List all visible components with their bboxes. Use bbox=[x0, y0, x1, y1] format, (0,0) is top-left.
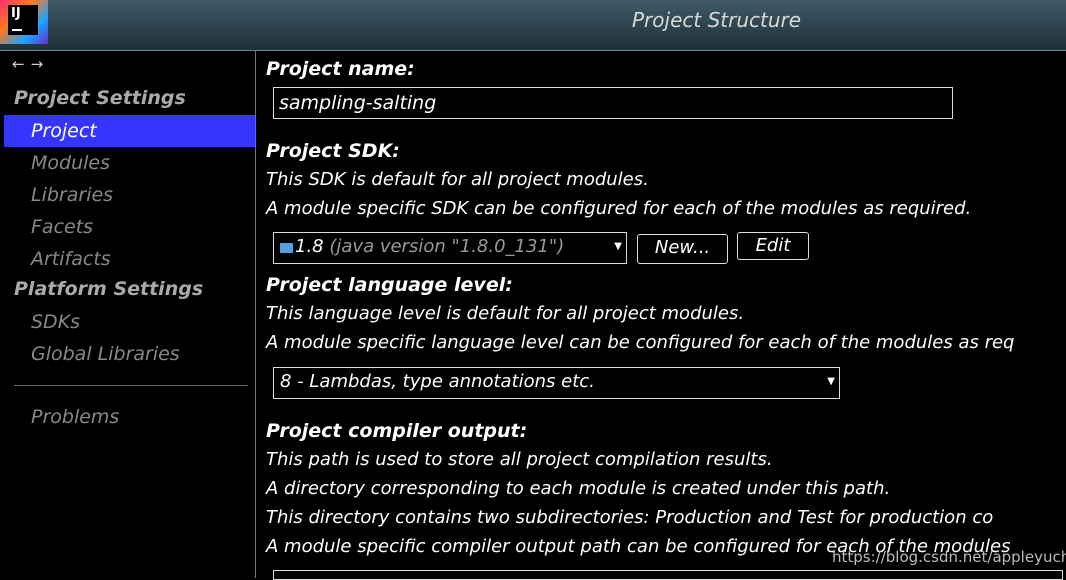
project-name-label: Project name: bbox=[266, 58, 415, 80]
sidebar-item-sdks[interactable]: SDKs bbox=[4, 306, 255, 338]
compiler-output-path-input[interactable] bbox=[273, 570, 1063, 580]
compiler-output-desc-3: This directory contains two subdirectori… bbox=[266, 507, 994, 528]
window-title: Project Structure bbox=[632, 8, 802, 32]
sidebar-item-facets[interactable]: Facets bbox=[4, 211, 255, 243]
language-level-desc-1: This language level is default for all p… bbox=[266, 303, 745, 324]
sidebar-item-artifacts[interactable]: Artifacts bbox=[4, 243, 255, 275]
project-sdk-desc-2: A module specific SDK can be configured … bbox=[266, 198, 972, 219]
intellij-app-icon[interactable]: IJ bbox=[0, 0, 48, 44]
sidebar-item-global-libraries[interactable]: Global Libraries bbox=[4, 338, 255, 370]
sidebar-divider bbox=[14, 385, 248, 386]
project-name-input[interactable] bbox=[273, 87, 953, 119]
language-level-select[interactable]: 8 - Lambdas, type annotations etc. ▼ bbox=[273, 367, 840, 399]
sidebar-item-modules[interactable]: Modules bbox=[4, 147, 255, 179]
language-level-value: 8 - Lambdas, type annotations etc. bbox=[280, 371, 595, 392]
project-sdk-label: Project SDK: bbox=[266, 140, 400, 162]
project-settings-header: Project Settings bbox=[14, 87, 186, 109]
chevron-down-icon: ▼ bbox=[827, 376, 835, 387]
language-level-label: Project language level: bbox=[266, 274, 513, 296]
app-icon-text: IJ bbox=[11, 6, 21, 21]
sidebar-item-project[interactable]: Project bbox=[4, 115, 255, 147]
sdk-folder-icon bbox=[280, 243, 293, 253]
platform-settings-header: Platform Settings bbox=[14, 278, 204, 300]
sidebar: ←→ Project Settings Project Modules Libr… bbox=[0, 51, 256, 578]
compiler-output-desc-2: A directory corresponding to each module… bbox=[266, 478, 891, 499]
compiler-output-label: Project compiler output: bbox=[266, 420, 528, 442]
nav-arrows: ←→ bbox=[12, 55, 49, 73]
forward-arrow-icon[interactable]: → bbox=[31, 55, 50, 73]
sdk-version-detail: (java version "1.8.0_131") bbox=[329, 236, 565, 257]
sidebar-item-libraries[interactable]: Libraries bbox=[4, 179, 255, 211]
project-sdk-select[interactable]: 1.8 (java version "1.8.0_131") ▼ bbox=[273, 232, 627, 264]
project-sdk-desc-1: This SDK is default for all project modu… bbox=[266, 169, 649, 190]
project-settings-panel: Project name: Project SDK: This SDK is d… bbox=[256, 51, 1066, 580]
language-level-desc-2: A module specific language level can be … bbox=[266, 332, 1015, 353]
edit-sdk-button[interactable]: Edit bbox=[737, 232, 809, 260]
back-arrow-icon[interactable]: ← bbox=[12, 55, 31, 73]
sidebar-item-problems[interactable]: Problems bbox=[4, 401, 255, 433]
title-bar: IJ Project Structure bbox=[0, 0, 1066, 51]
chevron-down-icon: ▼ bbox=[614, 241, 622, 252]
watermark: https://blog.csdn.net/appleyuchi bbox=[832, 548, 1066, 566]
sdk-version: 1.8 bbox=[295, 236, 324, 257]
compiler-output-desc-1: This path is used to store all project c… bbox=[266, 449, 773, 470]
new-sdk-button[interactable]: New... bbox=[637, 234, 728, 264]
